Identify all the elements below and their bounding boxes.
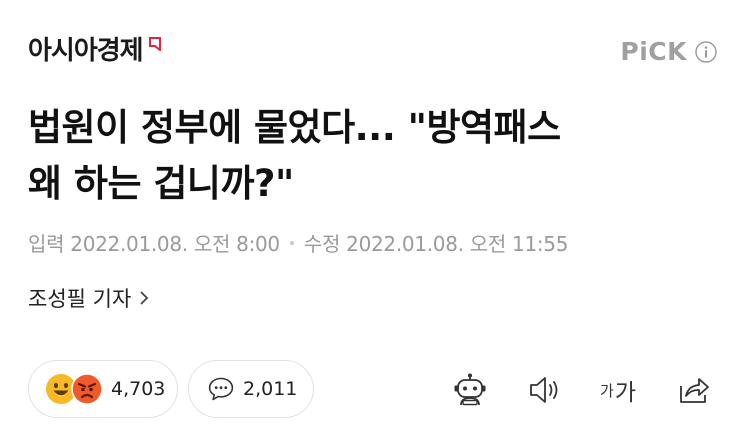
press-logo[interactable]: 아시아경제 [28,34,161,68]
read-aloud-button[interactable] [525,370,565,410]
headline-line-2: 왜 하는 겁니까?" [28,162,294,205]
pick-label: PiCK [620,37,687,66]
article-dates: 입력 2022.01.08. 오전 8:00 수정 2022.01.08. 오전… [28,228,568,257]
speaker-icon [530,377,558,403]
chevron-right-icon [140,291,149,305]
font-size-button[interactable]: 가가 [598,370,638,410]
reporter-link[interactable]: 조성필 기자 [28,283,150,313]
share-button[interactable] [674,370,714,410]
date-separator [289,240,294,245]
headline-line-1: 법원이 정부에 물었다... "방역패스 [28,106,561,149]
published-label: 입력 [28,232,65,256]
reaction-count: 4,703 [111,378,166,400]
font-small-label: 가 [600,381,614,400]
comment-count: 2,011 [243,378,298,400]
modified-date: 2022.01.08. 오전 11:55 [346,232,569,256]
logo-mark-icon [148,37,161,51]
published-date: 2022.01.08. 오전 8:00 [70,232,280,256]
angry-emoji-icon [71,373,103,405]
info-icon[interactable] [695,41,717,63]
pick-badge[interactable]: PiCK [620,38,717,66]
comment-button[interactable]: 2,011 [188,360,314,418]
action-bar: 4,703 2,011 가가 [0,356,743,420]
summary-bot-button[interactable] [450,370,490,410]
share-icon [680,378,709,403]
robot-icon [454,373,486,406]
logo-text: 아시아경제 [28,36,144,66]
reporter-name: 조성필 기자 [28,287,132,311]
modified-label: 수정 [303,232,341,256]
article-headline: 법원이 정부에 물었다... "방역패스 왜 하는 겁니까?" [28,100,718,212]
comment-bubble-icon [208,377,234,401]
header: 아시아경제 PiCK [0,0,743,90]
font-big-label: 가 [614,380,636,406]
reaction-button[interactable]: 4,703 [28,360,178,418]
